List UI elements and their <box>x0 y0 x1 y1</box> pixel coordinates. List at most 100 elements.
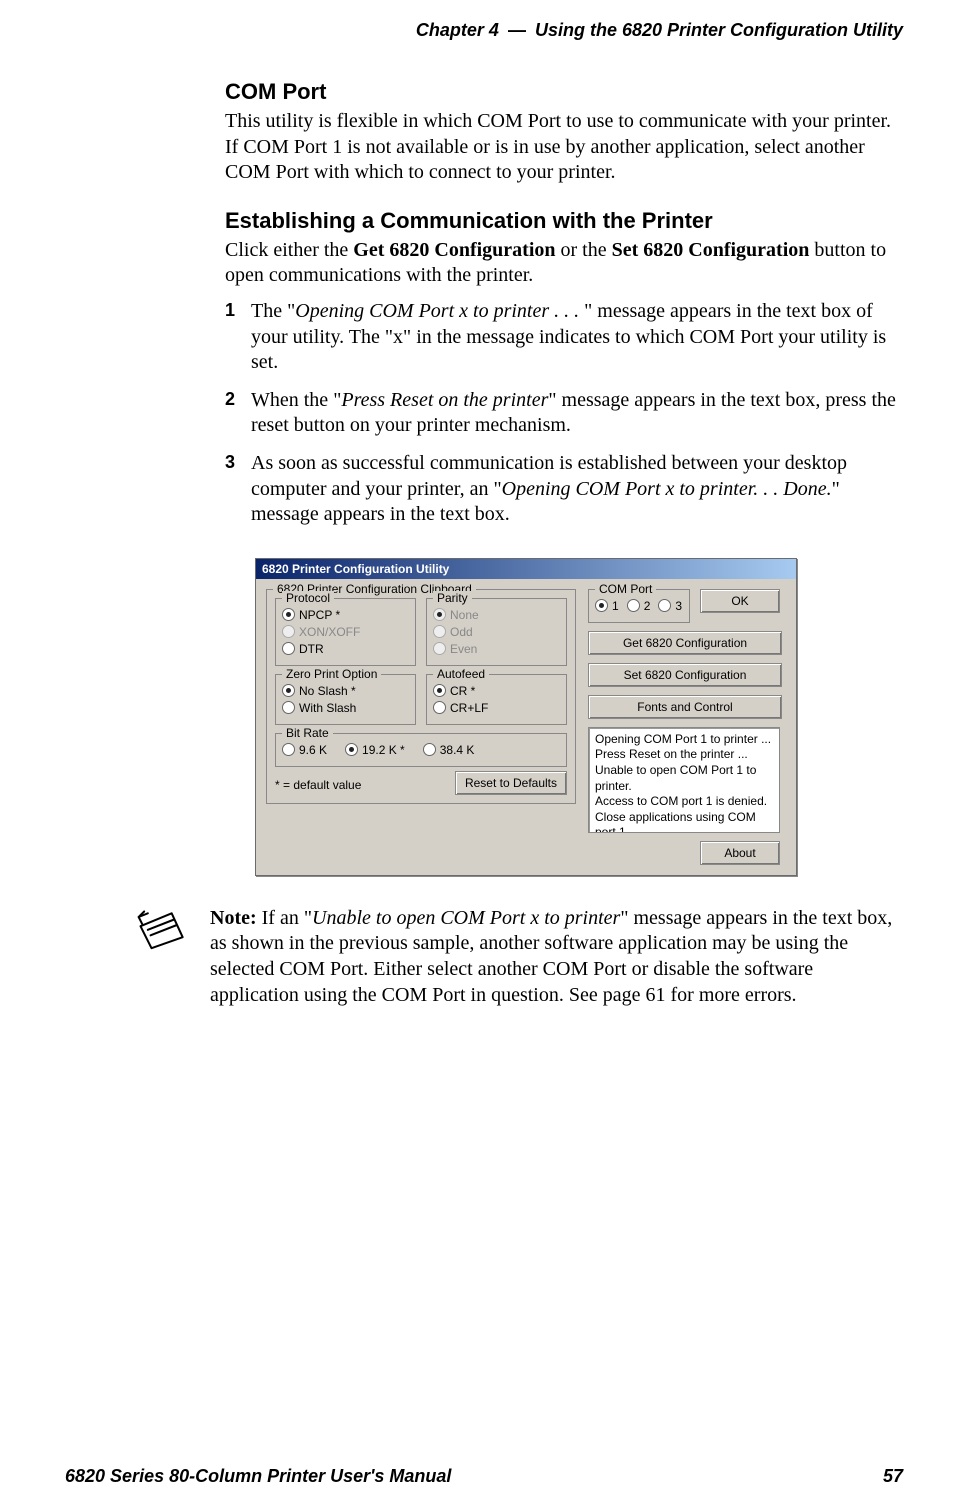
message-box: Opening COM Port 1 to printer ... Press … <box>588 727 780 833</box>
chapter-label: Chapter <box>416 20 484 40</box>
step-number: 3 <box>225 451 235 474</box>
msg-line: Access to COM port 1 is denied. <box>595 794 773 810</box>
msg-line: Press Reset on the printer ... <box>595 747 773 763</box>
section-establish-heading: Establishing a Communication with the Pr… <box>225 208 903 234</box>
set-config-button[interactable]: Set 6820 Configuration <box>588 663 782 687</box>
radio-192k[interactable]: 19.2 K * <box>345 743 405 757</box>
radio-label: With Slash <box>299 701 356 715</box>
radio-icon <box>433 684 446 697</box>
note-lead: Note: <box>210 907 257 929</box>
italic-msg: Press Reset on the printer <box>341 389 548 411</box>
radio-withslash[interactable]: With Slash <box>282 701 409 715</box>
get-config-button[interactable]: Get 6820 Configuration <box>588 631 782 655</box>
radio-icon <box>282 701 295 714</box>
radio-com2[interactable]: 2 <box>627 599 651 613</box>
radio-dtr[interactable]: DTR <box>282 642 409 656</box>
radio-icon <box>658 599 671 612</box>
step-3: 3 As soon as successful communication is… <box>225 451 903 528</box>
radio-icon <box>282 684 295 697</box>
ok-button[interactable]: OK <box>700 589 780 613</box>
reset-defaults-button[interactable]: Reset to Defaults <box>455 771 567 795</box>
radio-icon <box>282 608 295 621</box>
fonts-control-button[interactable]: Fonts and Control <box>588 695 782 719</box>
radio-xonxoff[interactable]: XON/XOFF <box>282 625 409 639</box>
zero-label: Zero Print Option <box>282 667 381 681</box>
section-establish-intro: Click either the Get 6820 Configuration … <box>225 238 903 289</box>
section-com-port-heading: COM Port <box>225 79 903 105</box>
radio-label: 1 <box>612 599 619 613</box>
radio-com3[interactable]: 3 <box>658 599 682 613</box>
text: If an " <box>257 907 312 929</box>
running-head: Chapter 4 — Using the 6820 Printer Confi… <box>65 20 903 41</box>
radio-cr[interactable]: CR * <box>433 684 560 698</box>
radio-icon <box>433 642 446 655</box>
text: or the <box>556 239 612 261</box>
radio-icon <box>282 743 295 756</box>
chapter-title: Using the 6820 Printer Configuration Uti… <box>535 20 903 40</box>
radio-label: NPCP * <box>299 608 340 622</box>
clipboard-group: 6820 Printer Configuration Clipboard Pro… <box>266 589 576 804</box>
radio-icon <box>433 701 446 714</box>
note-block: Note: If an "Unable to open COM Port x t… <box>135 906 903 1008</box>
autofeed-label: Autofeed <box>433 667 489 681</box>
comport-label: COM Port <box>595 582 656 596</box>
chapter-number: 4 <box>489 20 499 40</box>
protocol-group: Protocol NPCP * XON/XOFF DTR <box>275 598 416 666</box>
radio-parity-even[interactable]: Even <box>433 642 560 656</box>
radio-icon <box>433 608 446 621</box>
italic-msg: Opening COM Port x to printer . . . <box>295 300 584 322</box>
zero-print-group: Zero Print Option No Slash * With Slash <box>275 674 416 725</box>
window-title: 6820 Printer Configuration Utility <box>256 559 796 579</box>
radio-label: CR * <box>450 684 475 698</box>
parity-group: Parity None Odd Even <box>426 598 567 666</box>
radio-label: CR+LF <box>450 701 488 715</box>
msg-line: Close applications using COM port 1 <box>595 810 773 833</box>
text: When the " <box>251 389 341 411</box>
text: The " <box>251 300 295 322</box>
radio-label: 9.6 K <box>299 743 327 757</box>
radio-parity-odd[interactable]: Odd <box>433 625 560 639</box>
page-number: 57 <box>883 1466 903 1487</box>
radio-label: 19.2 K * <box>362 743 405 757</box>
bitrate-group: Bit Rate 9.6 K 19.2 K * 38.4 K <box>275 733 567 767</box>
radio-label: None <box>450 608 479 622</box>
radio-icon <box>627 599 640 612</box>
bold-set-config: Set 6820 Configuration <box>612 239 810 261</box>
italic-msg: Opening COM Port x to printer. . . Done. <box>502 478 832 500</box>
protocol-label: Protocol <box>282 591 334 605</box>
italic-msg: Unable to open COM Port x to printer <box>312 907 620 929</box>
about-button[interactable]: About <box>700 841 780 865</box>
dialog-screenshot: 6820 Printer Configuration Utility 6820 … <box>255 558 903 876</box>
numbered-steps: 1 The "Opening COM Port x to printer . .… <box>225 299 903 528</box>
radio-com1[interactable]: 1 <box>595 599 619 613</box>
radio-npcp[interactable]: NPCP * <box>282 608 409 622</box>
radio-parity-none[interactable]: None <box>433 608 560 622</box>
radio-label: Odd <box>450 625 473 639</box>
note-icon <box>135 906 190 1008</box>
radio-icon <box>282 642 295 655</box>
radio-label: DTR <box>299 642 324 656</box>
header-dash: — <box>508 20 526 40</box>
radio-label: 2 <box>644 599 651 613</box>
bitrate-label: Bit Rate <box>282 726 333 740</box>
radio-icon <box>423 743 436 756</box>
radio-96k[interactable]: 9.6 K <box>282 743 327 757</box>
radio-noslash[interactable]: No Slash * <box>282 684 409 698</box>
radio-icon <box>595 599 608 612</box>
radio-icon <box>345 743 358 756</box>
step-2: 2 When the "Press Reset on the printer" … <box>225 388 903 439</box>
default-hint: * = default value <box>275 778 361 792</box>
autofeed-group: Autofeed CR * CR+LF <box>426 674 567 725</box>
radio-icon <box>282 625 295 638</box>
step-1: 1 The "Opening COM Port x to printer . .… <box>225 299 903 376</box>
radio-label: XON/XOFF <box>299 625 360 639</box>
radio-icon <box>433 625 446 638</box>
section-com-port-para: This utility is flexible in which COM Po… <box>225 109 903 186</box>
radio-label: 3 <box>675 599 682 613</box>
page-footer: 6820 Series 80-Column Printer User's Man… <box>65 1466 903 1487</box>
msg-line: Unable to open COM Port 1 to printer. <box>595 763 773 794</box>
radio-label: 38.4 K <box>440 743 475 757</box>
radio-crlf[interactable]: CR+LF <box>433 701 560 715</box>
radio-384k[interactable]: 38.4 K <box>423 743 475 757</box>
radio-label: Even <box>450 642 477 656</box>
